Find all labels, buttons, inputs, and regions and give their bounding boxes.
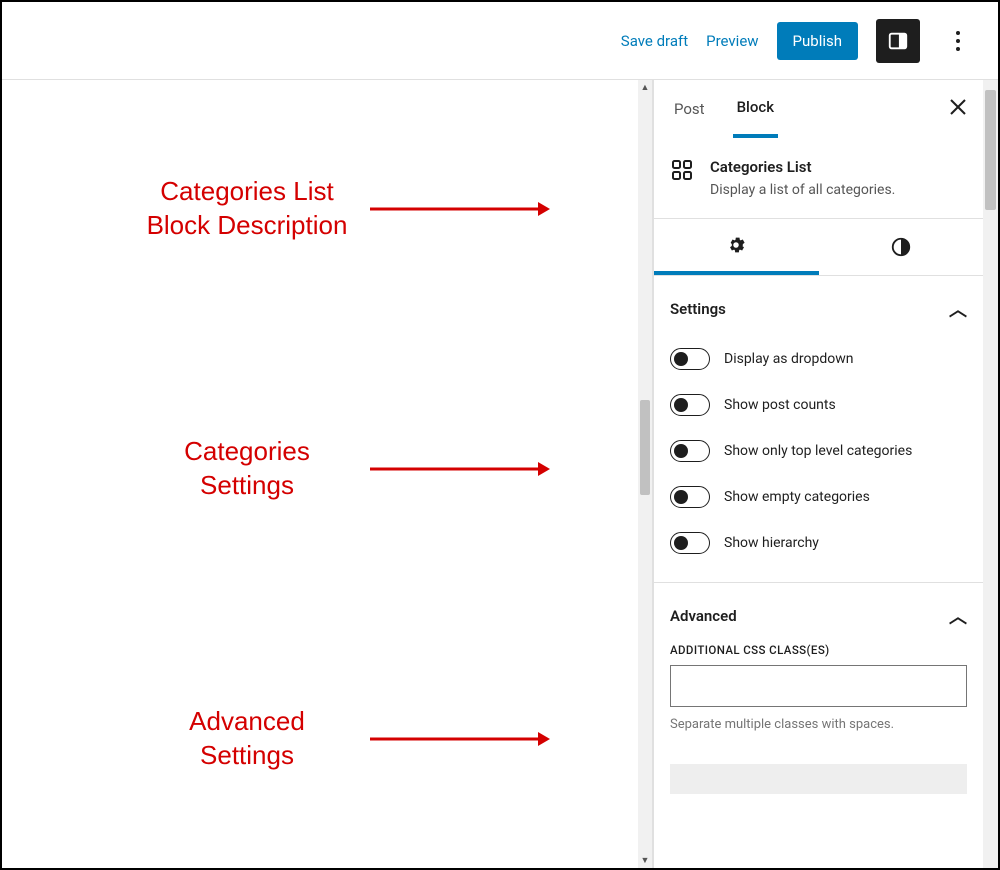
toggle-label: Show empty categories (724, 489, 870, 505)
contrast-icon (890, 236, 912, 258)
block-inspector-panel: Post Block Categories List (653, 80, 998, 868)
advanced-section: Advanced ︿ ADDITIONAL CSS CLASS(ES) Sepa… (654, 583, 983, 748)
canvas-scrollbar[interactable]: ▲ ▼ (638, 80, 653, 868)
chevron-up-icon: ︿ (949, 296, 967, 322)
chevron-up-icon: ︿ (949, 603, 967, 629)
advanced-heading[interactable]: Advanced ︿ (670, 599, 967, 643)
block-title: Categories List (710, 158, 895, 176)
annotation-text: Categories List (142, 175, 352, 209)
settings-heading-label: Settings (670, 300, 726, 318)
tab-block[interactable]: Block (733, 80, 778, 138)
additional-css-label: ADDITIONAL CSS CLASS(ES) (670, 643, 967, 657)
annotation-advanced: Advanced Settings (142, 705, 550, 773)
toggle-label: Show hierarchy (724, 535, 819, 551)
close-panel-button[interactable] (949, 97, 967, 122)
editor-canvas: Categories List Block Description Catego… (2, 80, 638, 868)
scroll-thumb[interactable] (985, 90, 996, 210)
editor-topbar: Save draft Preview Publish (2, 2, 998, 80)
toggle-top-level[interactable] (670, 440, 710, 462)
inspector-tabs: Post Block (654, 80, 983, 138)
toggle-empty-categories[interactable] (670, 486, 710, 508)
additional-css-help: Separate multiple classes with spaces. (670, 717, 967, 732)
toggle-label: Show only top level categories (724, 443, 912, 459)
subtab-styles[interactable] (819, 219, 984, 275)
toggle-display-dropdown[interactable] (670, 348, 710, 370)
arrow-right-icon (370, 459, 550, 479)
annotation-text: Categories (142, 435, 352, 469)
arrow-right-icon (370, 729, 550, 749)
toggle-label: Display as dropdown (724, 351, 854, 367)
toggle-hierarchy[interactable] (670, 532, 710, 554)
arrow-right-icon (370, 199, 550, 219)
advanced-heading-label: Advanced (670, 607, 737, 625)
publish-button[interactable]: Publish (777, 22, 858, 60)
tab-post[interactable]: Post (670, 82, 709, 136)
annotation-text: Block Description (142, 209, 352, 243)
scroll-up-icon[interactable]: ▲ (638, 80, 652, 95)
ghost-area (670, 764, 967, 794)
toggle-post-counts[interactable] (670, 394, 710, 416)
more-options-button[interactable] (938, 31, 978, 51)
categories-block-icon (670, 158, 694, 182)
settings-heading[interactable]: Settings ︿ (670, 292, 967, 336)
annotation-block-description: Categories List Block Description (142, 175, 550, 243)
gear-icon (725, 234, 747, 256)
block-description-text: Display a list of all categories. (710, 182, 895, 198)
annotation-settings: Categories Settings (142, 435, 550, 503)
save-draft-link[interactable]: Save draft (621, 32, 688, 50)
annotation-text: Settings (142, 469, 352, 503)
block-description: Categories List Display a list of all ca… (654, 138, 983, 219)
sidebar-toggle-button[interactable] (876, 19, 920, 63)
preview-link[interactable]: Preview (706, 32, 758, 50)
toggle-label: Show post counts (724, 397, 836, 413)
scroll-down-icon[interactable]: ▼ (638, 853, 652, 868)
close-icon (949, 98, 967, 116)
subtab-settings[interactable] (654, 219, 819, 275)
additional-css-input[interactable] (670, 665, 967, 707)
annotation-text: Settings (142, 739, 352, 773)
annotation-text: Advanced (142, 705, 352, 739)
panel-scrollbar[interactable] (983, 80, 998, 868)
settings-section: Settings ︿ Display as dropdown Show post… (654, 276, 983, 583)
scroll-thumb[interactable] (640, 400, 650, 495)
sidebar-panel-icon (887, 30, 909, 52)
inspector-subtabs (654, 219, 983, 276)
